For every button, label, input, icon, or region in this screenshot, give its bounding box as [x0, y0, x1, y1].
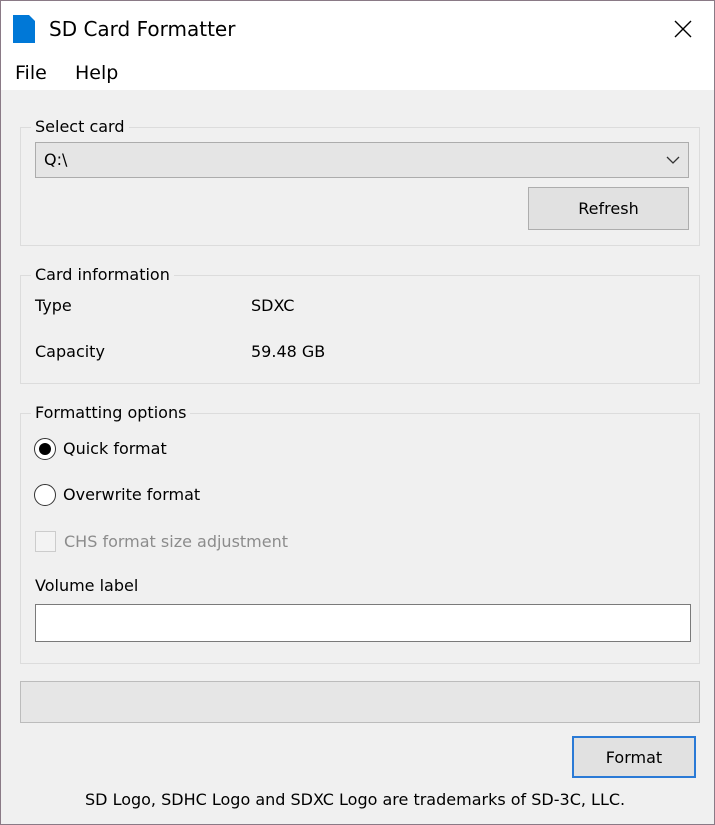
capacity-label: Capacity [35, 342, 105, 361]
refresh-button[interactable]: Refresh [528, 187, 689, 230]
volume-label-input[interactable] [35, 604, 691, 642]
menu-file[interactable]: File [13, 60, 49, 86]
close-icon [674, 20, 692, 37]
quick-format-radio[interactable] [34, 438, 56, 460]
chs-size-adjustment-checkbox[interactable] [35, 531, 56, 552]
title-bar: SD Card Formatter [1, 1, 714, 56]
type-label: Type [35, 296, 72, 315]
window-title: SD Card Formatter [49, 17, 236, 41]
select-card-group: Select card Q:\ Refresh [20, 116, 700, 246]
trademark-notice: SD Logo, SDHC Logo and SDXC Logo are tra… [85, 790, 626, 809]
volume-label-caption: Volume label [35, 576, 139, 595]
chs-size-adjustment-label: CHS format size adjustment [64, 532, 289, 551]
card-information-group: Card information Type SDXC Capacity 59.4… [20, 264, 700, 384]
menu-bar: File Help [1, 56, 714, 90]
sd-card-formatter-window: SD Card Formatter File Help Select card … [0, 0, 715, 825]
select-card-legend: Select card [31, 116, 129, 138]
overwrite-format-radio[interactable] [34, 484, 56, 506]
close-button[interactable] [652, 1, 714, 56]
card-information-legend: Card information [31, 264, 174, 286]
sd-card-icon [13, 15, 35, 43]
format-progress-bar [20, 681, 700, 723]
menu-help[interactable]: Help [73, 60, 120, 86]
format-button[interactable]: Format [572, 736, 696, 778]
card-select-dropdown[interactable]: Q:\ [35, 142, 689, 178]
quick-format-label[interactable]: Quick format [63, 438, 167, 460]
type-value: SDXC [251, 296, 295, 315]
formatting-options-group: Formatting options Quick format Overwrit… [20, 402, 700, 664]
selected-card-value: Q:\ [44, 150, 68, 169]
formatting-options-legend: Formatting options [31, 402, 191, 424]
capacity-value: 59.48 GB [251, 342, 326, 361]
overwrite-format-label[interactable]: Overwrite format [63, 484, 200, 506]
chevron-down-icon [666, 156, 680, 164]
